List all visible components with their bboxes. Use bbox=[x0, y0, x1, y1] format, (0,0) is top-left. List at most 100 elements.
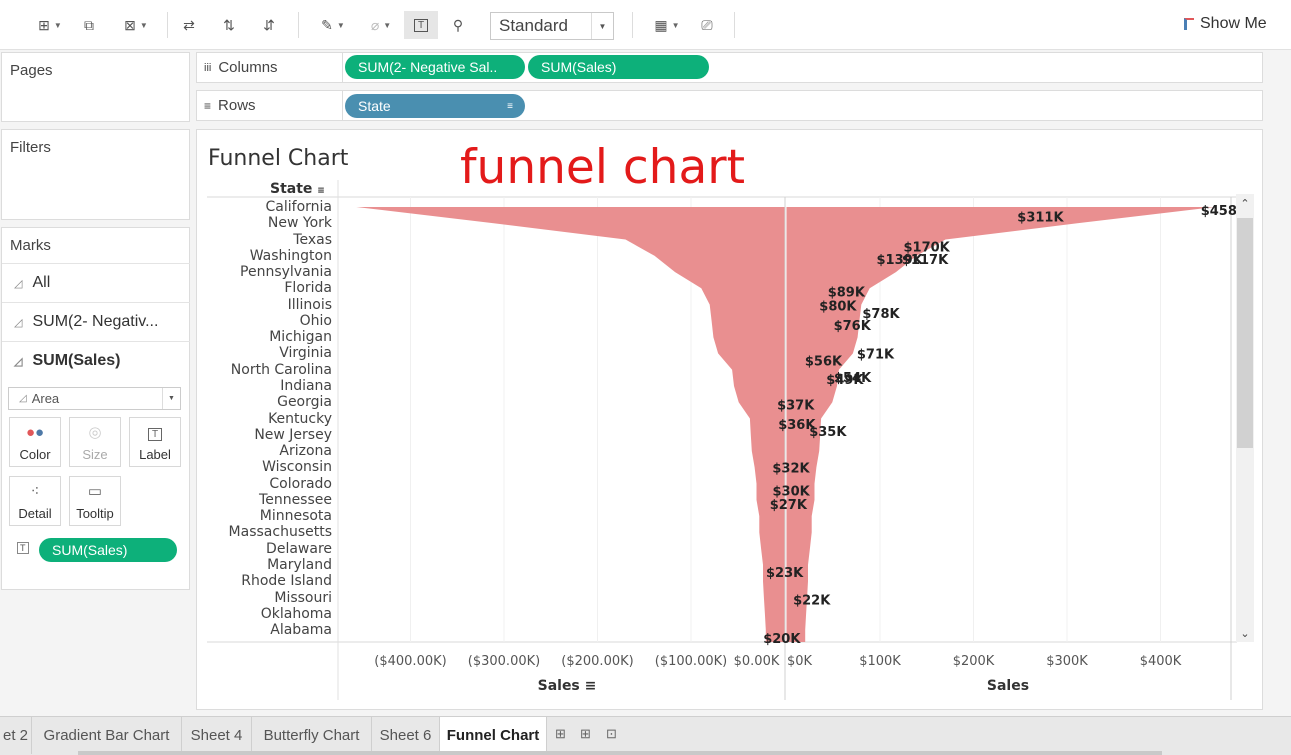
state-row-label[interactable]: New Jersey bbox=[254, 427, 332, 443]
state-row-label[interactable]: Illinois bbox=[288, 297, 332, 313]
new-worksheet-icon[interactable]: ⊞ bbox=[555, 726, 566, 742]
state-row-label[interactable]: California bbox=[266, 199, 332, 215]
marks-title: Marks bbox=[10, 237, 51, 254]
pin-icon: ⚲ bbox=[452, 16, 464, 33]
state-row-label[interactable]: Massachusetts bbox=[229, 524, 332, 540]
state-row-label[interactable]: Washington bbox=[250, 248, 332, 264]
detail-dots-icon: ⁖ bbox=[30, 483, 40, 500]
state-row-label[interactable]: Arizona bbox=[279, 443, 332, 459]
tab-gradient-bar-chart[interactable]: Gradient Bar Chart bbox=[32, 717, 182, 754]
state-row-label[interactable]: Michigan bbox=[269, 329, 332, 345]
data-label: $76K bbox=[834, 319, 872, 334]
state-row-label[interactable]: New York bbox=[268, 215, 332, 231]
x-tick-label: ($300.00K) bbox=[468, 654, 540, 669]
columns-icon: iii bbox=[204, 61, 212, 74]
new-dashboard-icon[interactable]: ⊞ bbox=[580, 726, 591, 742]
fix-axes-button[interactable]: ⚲ bbox=[446, 11, 470, 39]
state-row-label[interactable]: Pennsylvania bbox=[240, 264, 332, 280]
new-worksheet-button[interactable]: ⊞ ▼ bbox=[30, 11, 70, 39]
data-label: $23K bbox=[766, 566, 804, 581]
state-row-label[interactable]: Oklahoma bbox=[261, 606, 332, 622]
cards-icon: ▦ bbox=[654, 16, 668, 33]
sort-ascending-button[interactable]: ⇅ bbox=[218, 11, 240, 39]
columns-shelf-label: iii Columns bbox=[204, 59, 278, 76]
pill-label: State bbox=[358, 98, 391, 114]
tab-sheet-6[interactable]: Sheet 6 bbox=[372, 717, 440, 754]
card-label: Label bbox=[139, 447, 171, 462]
tab-sheet-4[interactable]: Sheet 4 bbox=[182, 717, 252, 754]
mark-type-dropdown[interactable]: ◿ Area ▼ bbox=[8, 387, 181, 410]
horizontal-scrollbar[interactable] bbox=[78, 751, 1162, 755]
size-card[interactable]: ◎ Size bbox=[69, 417, 121, 467]
state-row-label[interactable]: Tennessee bbox=[259, 492, 332, 508]
filters-shelf[interactable]: Filters bbox=[1, 129, 190, 220]
show-cards-button[interactable]: ▦ ▼ bbox=[648, 11, 686, 39]
state-row-label[interactable]: Indiana bbox=[280, 378, 332, 394]
label-card[interactable]: T Label bbox=[129, 417, 181, 467]
card-label: Size bbox=[82, 447, 108, 462]
duplicate-sheet-button[interactable]: ⧉ bbox=[78, 11, 100, 39]
state-row-label[interactable]: Alabama bbox=[270, 622, 332, 638]
area-mark-icon: ◿ bbox=[19, 393, 27, 404]
left-axis-title: Sales ≡ bbox=[538, 678, 597, 694]
swap-rows-columns-button[interactable]: ⇄ bbox=[178, 11, 200, 39]
state-row-label[interactable]: Wisconsin bbox=[262, 459, 332, 475]
vertical-scrollbar[interactable]: ⌃ ⌄ bbox=[1236, 194, 1254, 642]
sheet-tabs: et 2 Gradient Bar Chart Sheet 4 Butterfl… bbox=[0, 716, 1291, 755]
state-row-label[interactable]: Rhode Island bbox=[241, 573, 332, 589]
x-tick-label: ($200.00K) bbox=[561, 654, 633, 669]
state-row-label[interactable]: Florida bbox=[284, 280, 332, 296]
data-label: $22K bbox=[793, 594, 831, 609]
chevron-down-icon[interactable]: ⌄ bbox=[1236, 624, 1254, 642]
area-mark-icon: ◿ bbox=[14, 355, 23, 368]
pill-label: SUM(Sales) bbox=[541, 59, 617, 75]
x-tick-label: $0.00K bbox=[734, 654, 780, 669]
show-me-icon bbox=[1184, 18, 1194, 30]
state-row-label[interactable]: Georgia bbox=[277, 394, 332, 410]
data-label: $20K bbox=[763, 632, 801, 647]
state-row-label[interactable]: Minnesota bbox=[260, 508, 332, 524]
highlight-button[interactable]: ✎ ▼ bbox=[314, 11, 352, 39]
sort-descending-button[interactable]: ⇵ bbox=[258, 11, 280, 39]
marks-row-sum-sales[interactable]: ◿ SUM(Sales) bbox=[2, 341, 190, 380]
state-row-label[interactable]: Delaware bbox=[266, 541, 332, 557]
show-mark-labels-button[interactable]: T bbox=[404, 11, 438, 39]
clear-sheet-button[interactable]: ⊠ ▼ bbox=[116, 11, 156, 39]
color-dots-icon: ●● bbox=[25, 424, 45, 441]
marks-row-negative-sales[interactable]: ◿ SUM(2- Negativ... bbox=[2, 302, 190, 341]
tab-funnel-chart[interactable]: Funnel Chart bbox=[440, 717, 547, 754]
rows-shelf-label: ≡ Rows bbox=[204, 97, 256, 114]
fit-dropdown[interactable]: Standard ▼ bbox=[490, 12, 614, 40]
chevron-up-icon[interactable]: ⌃ bbox=[1236, 194, 1254, 212]
state-row-label[interactable]: North Carolina bbox=[231, 362, 332, 378]
state-row-label[interactable]: Ohio bbox=[300, 313, 332, 329]
show-me-button[interactable]: Show Me bbox=[1184, 15, 1267, 33]
detail-card[interactable]: ⁖ Detail bbox=[9, 476, 61, 526]
chevron-down-icon: ▼ bbox=[591, 13, 613, 39]
area-mark-icon: ◿ bbox=[14, 316, 23, 329]
state-row-label[interactable]: Texas bbox=[293, 232, 332, 248]
tab-sheet-2[interactable]: et 2 bbox=[0, 717, 32, 754]
text-label-icon: T bbox=[413, 18, 429, 32]
state-row-label[interactable]: Colorado bbox=[269, 476, 332, 492]
presentation-mode-button[interactable]: ⎚ bbox=[696, 11, 718, 39]
column-pill-negative-sales[interactable]: SUM(2- Negative Sal.. bbox=[345, 55, 525, 79]
state-row-label[interactable]: Missouri bbox=[274, 590, 332, 606]
x-tick-label: $100K bbox=[859, 654, 901, 669]
new-story-icon[interactable]: ⊡ bbox=[606, 726, 617, 742]
column-pill-sum-sales[interactable]: SUM(Sales) bbox=[528, 55, 709, 79]
pages-shelf[interactable]: Pages bbox=[1, 52, 190, 122]
row-pill-state[interactable]: State ≡ bbox=[345, 94, 525, 118]
marks-row-all[interactable]: ◿ All bbox=[2, 263, 190, 302]
color-card[interactable]: ●● Color bbox=[9, 417, 61, 467]
scrollbar-thumb[interactable] bbox=[1237, 218, 1253, 448]
tab-butterfly-chart[interactable]: Butterfly Chart bbox=[252, 717, 372, 754]
state-row-label[interactable]: Kentucky bbox=[268, 411, 332, 427]
label-pill-sum-sales[interactable]: SUM(Sales) bbox=[39, 538, 177, 562]
state-row-label[interactable]: Maryland bbox=[267, 557, 332, 573]
x-tick-label: $0K bbox=[787, 654, 813, 669]
group-members-button[interactable]: ⌀ ▼ bbox=[362, 11, 400, 39]
tooltip-card[interactable]: ▭ Tooltip bbox=[69, 476, 121, 526]
state-row-label[interactable]: Virginia bbox=[279, 345, 332, 361]
data-label: $89K bbox=[828, 285, 866, 300]
